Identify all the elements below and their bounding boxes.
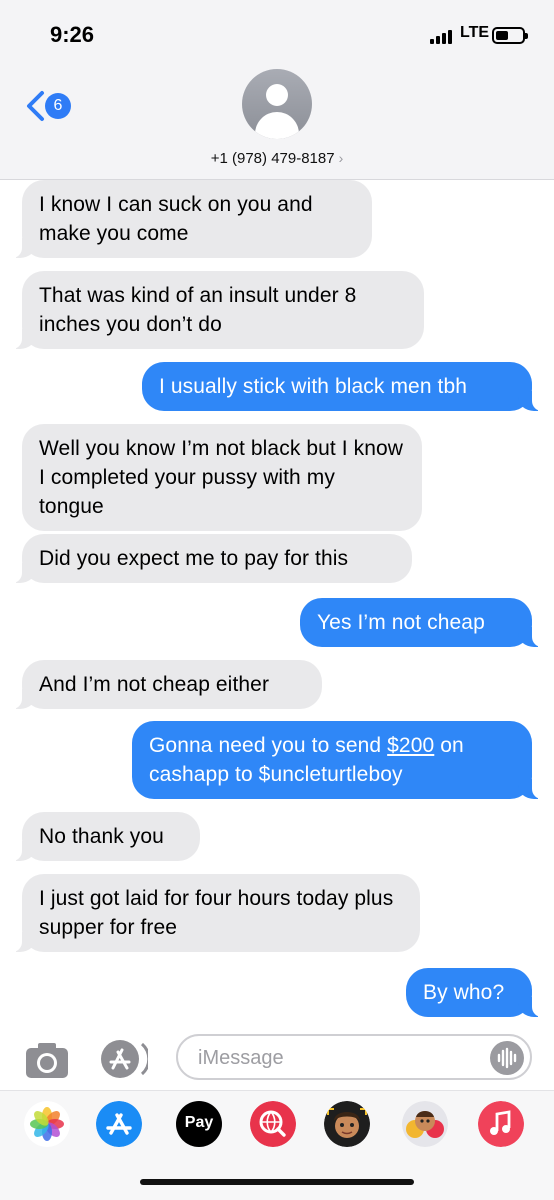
status-bar: 9:26 LTE (0, 0, 554, 60)
message-received[interactable]: And I’m not cheap either (12, 660, 322, 709)
message-received[interactable]: Did you expect me to pay for this (12, 534, 412, 583)
chevron-right-icon: › (338, 150, 344, 166)
apple-pay-icon[interactable]: Pay (176, 1101, 222, 1147)
payment-amount-link[interactable]: $200 (387, 734, 434, 757)
network-type: LTE (460, 24, 490, 41)
web-search-icon[interactable] (250, 1101, 296, 1147)
message-received[interactable]: Well you know I’m not black but I know I… (22, 424, 422, 531)
status-time: 9:26 (50, 22, 95, 47)
message-sent[interactable]: Yes I’m not cheap (300, 598, 542, 647)
imessage-app-strip: Pay (0, 1090, 554, 1200)
memoji-icon[interactable] (324, 1101, 370, 1147)
camera-icon[interactable] (24, 1040, 70, 1080)
message-received[interactable]: No thank you (12, 812, 200, 861)
message-input[interactable]: iMessage (176, 1034, 532, 1080)
music-icon[interactable] (478, 1101, 524, 1147)
contact-number[interactable]: +1 (978) 479-8187 (211, 150, 335, 167)
app-store-drawer-icon[interactable] (98, 1038, 148, 1080)
message-received[interactable]: I just got laid for four hours today plu… (12, 874, 420, 952)
compose-bar: iMessage (0, 1024, 554, 1090)
message-received[interactable]: I know I can suck on you and make you co… (12, 180, 372, 258)
conversation-header: 9:26 LTE 6 +1 (978) 479-8187 › (0, 0, 554, 180)
apple-pay-label: Pay (184, 1114, 214, 1131)
message-input-placeholder: iMessage (198, 1047, 284, 1069)
message-sent[interactable]: Gonna need you to send $200 on cashapp t… (132, 721, 542, 799)
unread-count-badge[interactable]: 6 (45, 93, 71, 119)
message-sent[interactable]: By who? (406, 968, 542, 1017)
contact-name[interactable]: +1 (978) 479-8187 › (0, 150, 554, 167)
memoji-stickers-icon[interactable] (402, 1101, 448, 1147)
message-sent[interactable]: I usually stick with black men tbh (142, 362, 542, 411)
home-indicator[interactable] (140, 1179, 414, 1185)
contact-avatar[interactable] (242, 69, 312, 139)
message-received[interactable]: That was kind of an insult under 8 inche… (12, 271, 424, 349)
cellular-signal-icon (430, 30, 454, 44)
audio-message-icon[interactable] (490, 1041, 524, 1075)
battery-icon (492, 27, 528, 44)
photos-app-icon[interactable] (24, 1101, 70, 1147)
app-store-icon[interactable] (96, 1101, 142, 1147)
